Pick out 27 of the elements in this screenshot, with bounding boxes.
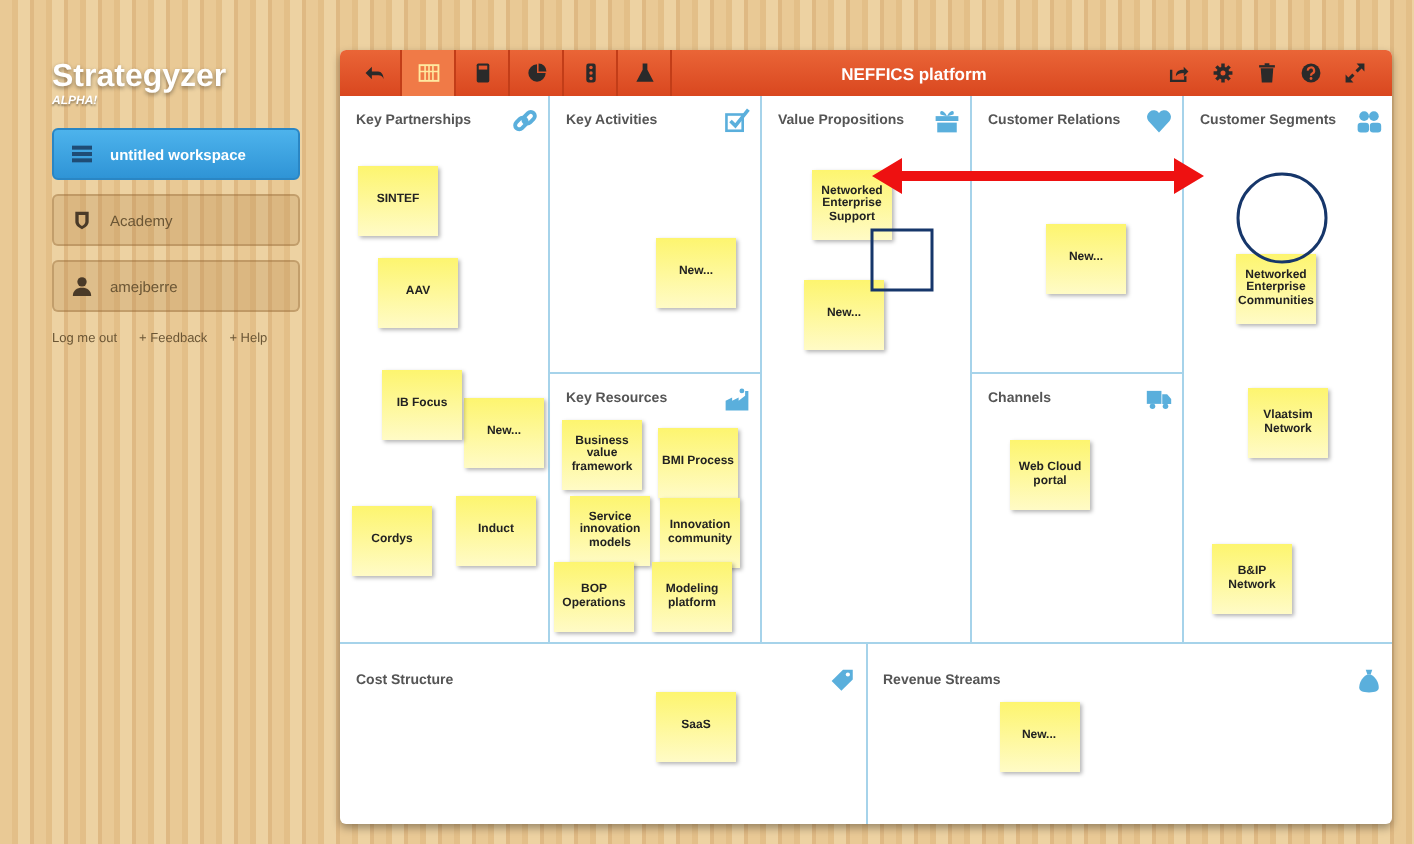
shield-icon <box>72 210 92 230</box>
grid-icon <box>417 62 439 84</box>
gift-icon <box>934 108 960 134</box>
menu-icon <box>72 144 92 164</box>
circle-outline <box>1236 172 1328 264</box>
app-logo: Strategyzer <box>52 60 229 95</box>
settings-icon <box>1211 62 1233 84</box>
canvas-tool-button[interactable] <box>402 50 456 96</box>
canvas-title: NEFFICS platform <box>839 63 989 83</box>
people-icon <box>1356 108 1382 134</box>
link-icon <box>512 108 538 134</box>
money-bag-icon <box>1356 668 1382 694</box>
tag-icon <box>829 668 855 694</box>
pie-chart-icon <box>525 62 547 84</box>
square-outline <box>870 228 934 292</box>
check-icon <box>724 108 750 134</box>
expand-icon <box>1343 62 1365 84</box>
user-icon <box>72 276 92 296</box>
share-icon <box>1167 62 1189 84</box>
help-icon <box>1299 62 1321 84</box>
back-arrow-icon <box>363 62 385 84</box>
calculator-icon <box>471 62 493 84</box>
truck-icon <box>1146 386 1172 412</box>
heart-icon <box>1146 108 1172 134</box>
factory-icon <box>724 386 750 412</box>
trash-icon <box>1255 62 1277 84</box>
flask-icon <box>633 62 655 84</box>
